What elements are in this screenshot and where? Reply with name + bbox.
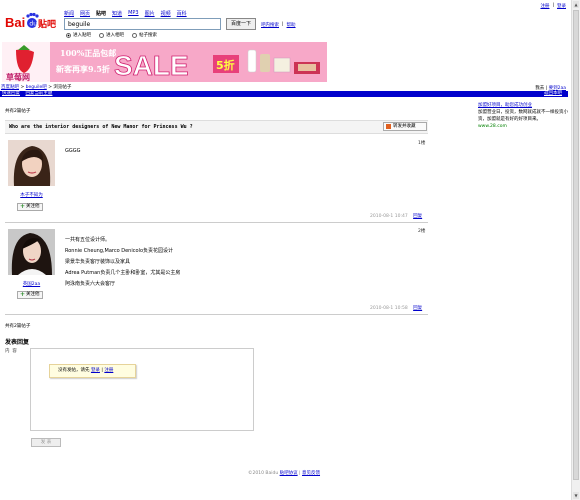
post-content: GGGG [65,148,81,154]
nav-baike[interactable]: 百科 [177,10,187,17]
breadcrumb-current: 浏览帖子 [53,85,72,90]
banner-line2: 新客再享9.5折 [56,64,110,74]
radio-post-search[interactable]: 帖子搜索 [132,32,157,38]
breadcrumb-bar[interactable]: beguile吧 [26,85,47,90]
strawberrynet-banner-ad[interactable]: 草莓网 100%正品包邮 新客再享9.5折 SALE 5折 [2,42,327,82]
nav-web[interactable]: 网页 [80,10,90,17]
radio-enter-bar[interactable]: 进入贴吧 [66,32,91,38]
footer-feedback-link[interactable]: 意见反馈 [302,471,320,476]
banner-brand: 草莓网 [6,72,30,82]
post-content: 一共有五位设计师。 Ronnie Cheung,Marco Denicolo负责… [65,237,181,287]
login-link[interactable]: 登录 [557,3,566,9]
sidebar-ad: 加盟好项目，助您成功创业 加盟营业日，投资，数网就成就不一样投资小资，加盟就是有… [478,102,568,130]
thread-action-bar: 快速回复 回复当前主题 返回本吧 [0,91,568,97]
post-author[interactable]: 木子不知为 [8,192,55,198]
nav-tieba: 贴吧 [96,11,107,17]
help-link[interactable]: 帮助 [287,22,296,28]
reply-textarea[interactable] [30,348,254,431]
search-type-radios: 进入贴吧 进入相吧 帖子搜索 [66,32,157,38]
favorite-icon [386,124,391,129]
reply-section-title: 发表回复 [5,339,30,346]
plus-icon: + [20,291,26,298]
logo-tieba-text: 贴吧 [38,18,56,30]
submit-reply-button[interactable]: 发 表 [31,438,61,447]
footer-agreement-link[interactable]: 贴吧协议 [280,471,298,476]
search-input[interactable]: beguile [64,18,221,30]
login-tip: 没有发帖，请先 登录 | 注册 [49,364,136,378]
floor-number: 2楼 [418,229,426,234]
search-button[interactable]: 百度一下 [226,18,256,30]
radio-unchecked-icon [132,32,137,38]
avatar[interactable] [8,140,55,186]
register-link[interactable]: 注册 [540,3,549,9]
nav-video[interactable]: 视频 [161,10,171,17]
in-bar-search-link[interactable]: 吧内搜索 [261,22,279,28]
post-count-top: 共有2篇帖子 [5,109,31,114]
reply-link[interactable]: 回复 [413,214,422,219]
tip-login-link[interactable]: 登录 [91,368,100,373]
tip-register-link[interactable]: 注册 [104,368,113,373]
svg-text:du: du [29,21,37,28]
ad-url[interactable]: www.28.com [478,123,568,130]
top-nav: 新闻 网页 贴吧 知道 MP3 图片 视频 百科 [64,10,187,17]
post-author[interactable]: 英国2aa [8,281,55,287]
banner-discount: 5折 [216,58,235,72]
post-meta: 2010-08-1 10:47 回复 [370,213,422,219]
baidu-tieba-logo[interactable]: Bai du 贴吧 [5,9,61,35]
nav-mp3[interactable]: MP3 [128,10,139,17]
ad-title[interactable]: 加盟好项目，助您成功创业 [478,102,568,109]
content-label: 内 容 [5,349,17,354]
quick-reply-link[interactable]: 快速回复 [2,91,20,96]
topic-title: Who are the interior designers of New Ma… [9,124,193,130]
forward-favorite-button[interactable]: 转发并收藏 [383,122,427,131]
breadcrumb-home[interactable]: 百度贴吧 [1,85,19,90]
post-divider [5,314,428,315]
ad-body: 加盟营业日，投资，数网就成就不一样投资小资，加盟就是有好的好项目来。 [478,110,568,122]
radio-checked-icon [66,32,71,38]
banner-sale: SALE [114,50,189,81]
nav-images[interactable]: 图片 [145,10,155,17]
floor-number: 1楼 [418,141,426,146]
plus-icon: + [20,203,26,210]
follow-button[interactable]: + 关注他 [17,203,43,211]
radio-unchecked-icon [99,32,104,38]
avatar[interactable] [8,229,55,275]
scroll-down-icon[interactable]: ▼ [573,492,579,499]
post-divider [5,222,428,223]
radio-enter-album[interactable]: 进入相吧 [99,32,124,38]
scrollbar-thumb[interactable] [573,10,579,480]
nav-zhidao[interactable]: 知道 [112,10,122,17]
reply-link[interactable]: 回复 [413,306,422,311]
reply-topic-link[interactable]: 回复当前主题 [25,91,52,96]
copyright: ©2010 Baidu [247,471,279,476]
post-time: 2010-08-1 10:58 [370,306,408,311]
back-to-bar-link[interactable]: 返回本吧 [544,91,562,97]
follow-button[interactable]: + 关注他 [17,291,43,299]
scroll-up-icon[interactable]: ▲ [573,1,579,8]
vertical-scrollbar[interactable]: ▲ ▼ [571,0,580,500]
footer: ©2010 Baidu 贴吧协议 | 意见反馈 [247,471,321,476]
nav-news[interactable]: 新闻 [64,10,74,17]
banner-line1: 100%正品包邮 [60,48,116,58]
post-time: 2010-08-1 10:47 [370,214,408,219]
breadcrumb: 百度贴吧 > beguile吧 > 浏览帖子 [1,85,72,90]
search-links: 吧内搜索 | 帮助 [261,22,296,28]
account-links: 注册 | 登录 [540,3,566,9]
post-meta: 2010-08-1 10:58 回复 [370,305,422,311]
post-count-bottom: 共有2篇帖子 [5,324,31,329]
logo-bai-text: Bai [5,15,25,30]
paw-icon: du [26,12,39,28]
